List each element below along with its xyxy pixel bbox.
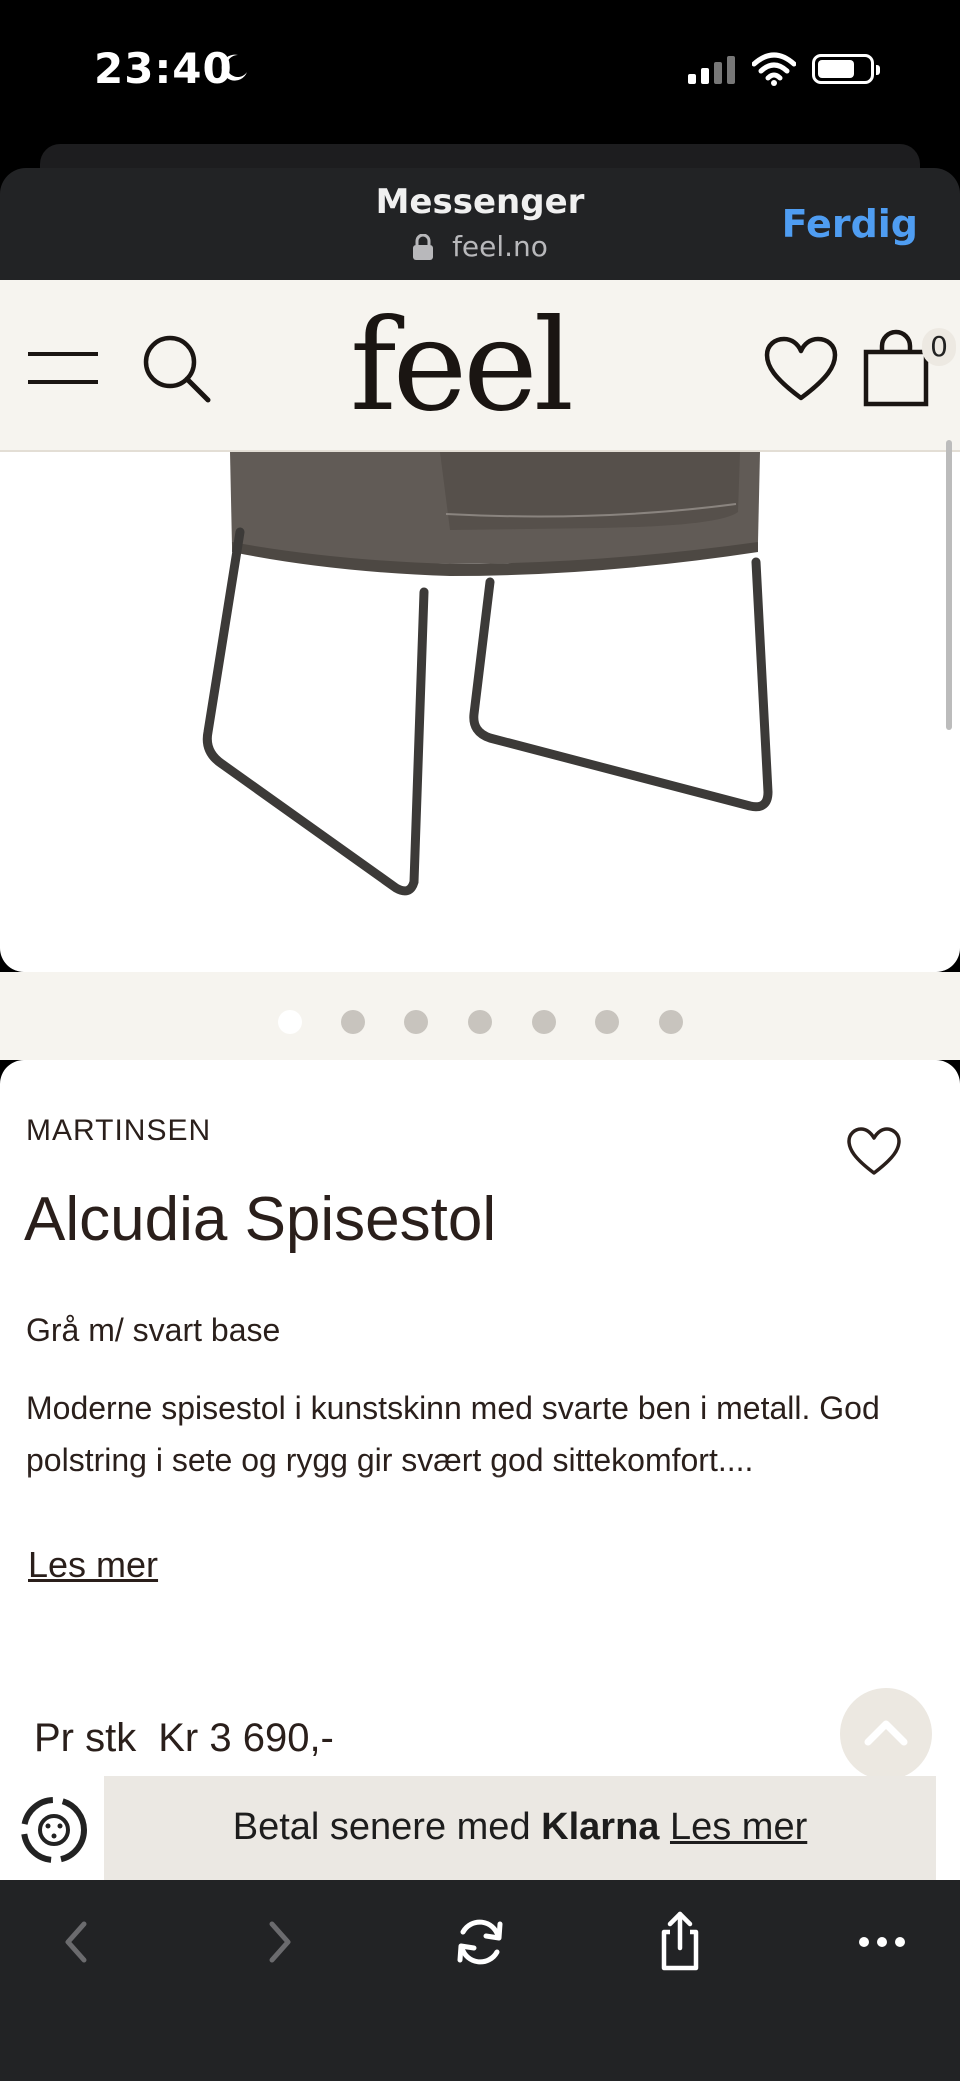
klarna-brand: Klarna <box>541 1806 660 1848</box>
price-label: Pr stk <box>34 1716 137 1760</box>
favorite-heart-icon[interactable] <box>846 1126 902 1176</box>
shopping-bag-icon[interactable] <box>862 328 930 408</box>
wifi-icon <box>752 52 796 86</box>
cart-count-badge: 0 <box>922 328 956 366</box>
price-value: Kr 3 690,- <box>158 1716 334 1760</box>
scroll-to-top-button[interactable] <box>840 1688 932 1780</box>
more-options-icon[interactable] <box>842 1902 922 1982</box>
wishlist-heart-icon[interactable] <box>764 336 838 402</box>
product-title: Alcudia Spisestol <box>24 1185 497 1254</box>
product-variant: Grå m/ svart base <box>26 1312 281 1348</box>
site-header: feel 0 <box>0 280 960 452</box>
carousel-dot[interactable] <box>595 1010 619 1034</box>
carousel-dots <box>0 972 960 1060</box>
reload-icon[interactable] <box>440 1902 520 1982</box>
description-fade <box>0 1472 960 1532</box>
moon-icon <box>221 54 247 81</box>
status-bar: 23:40 <box>0 0 960 140</box>
page-scroll-indicator <box>946 440 952 730</box>
accessibility-button[interactable] <box>8 1784 100 1876</box>
read-more-link[interactable]: Les mer <box>28 1544 158 1586</box>
product-brand[interactable]: MARTINSEN <box>26 1114 211 1148</box>
in-app-browser-header: Messenger feel.no Ferdig <box>0 168 960 280</box>
back-arrow-icon[interactable] <box>36 1902 116 1982</box>
product-image-carousel[interactable] <box>0 452 960 972</box>
klarna-banner: Betal senere med Klarna Les mer <box>104 1776 936 1880</box>
klarna-text: Betal senere med Klarna Les mer <box>104 1806 936 1849</box>
forward-arrow-icon[interactable] <box>240 1902 320 1982</box>
url-text: feel.no <box>452 230 548 263</box>
klarna-prefix: Betal senere med <box>232 1806 531 1848</box>
carousel-dot[interactable] <box>532 1010 556 1034</box>
carousel-dot[interactable] <box>278 1010 302 1034</box>
klarna-read-more-link[interactable]: Les mer <box>670 1806 807 1848</box>
carousel-dot[interactable] <box>341 1010 365 1034</box>
accessibility-icon <box>21 1797 87 1863</box>
price-row: Pr stk Kr 3 690,- <box>34 1716 334 1761</box>
product-image <box>202 452 773 896</box>
done-button[interactable]: Ferdig <box>782 202 918 246</box>
carousel-dot[interactable] <box>404 1010 428 1034</box>
product-details: MARTINSEN Alcudia Spisestol Grå m/ svart… <box>0 1060 960 1880</box>
battery-icon <box>812 54 880 84</box>
browser-toolbar <box>0 1880 960 2081</box>
chevron-up-icon <box>864 1720 908 1746</box>
product-description: Moderne spisestol i kunstskinn med svart… <box>26 1390 880 1478</box>
carousel-dot[interactable] <box>468 1010 492 1034</box>
share-icon[interactable] <box>640 1902 720 1982</box>
lock-icon <box>413 234 434 260</box>
carousel-dot[interactable] <box>659 1010 683 1034</box>
status-time: 23:40 <box>94 44 233 93</box>
